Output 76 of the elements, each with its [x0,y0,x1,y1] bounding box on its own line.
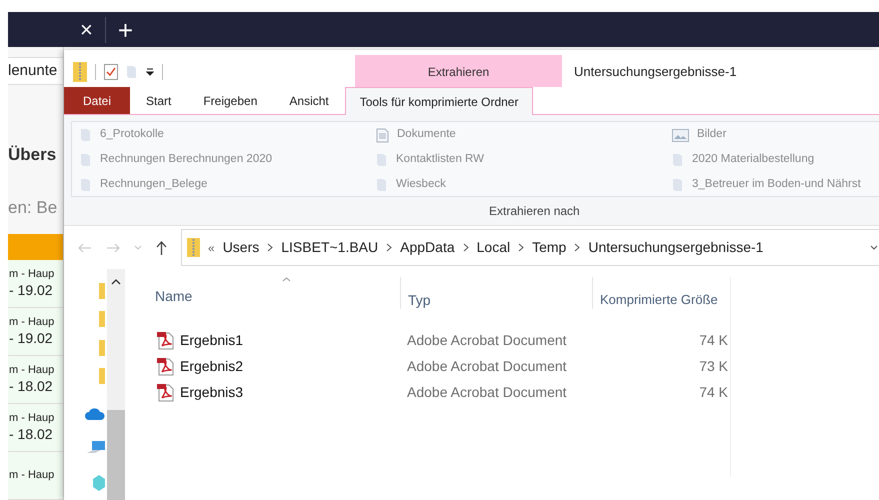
scroll-thumb[interactable] [107,410,125,500]
page-heading: Übers [8,144,58,166]
cloud-icon[interactable] [85,408,105,420]
entry-date: - 18.02 [9,378,54,396]
search-field[interactable]: lenunte [8,57,63,85]
list-entry[interactable]: m - Haup - 18.02 [8,404,63,452]
entry-date: - 19.02 [9,282,54,300]
chevron-right-icon [518,243,524,252]
page-subheading: en: Be [8,197,58,220]
chevron-down-icon[interactable] [870,244,878,250]
entry-title: m - Haup [9,468,56,482]
entry-date: - 18.02 [9,426,54,444]
contextual-tab-header: Extrahieren [355,55,562,87]
chevron-right-icon [462,243,469,252]
sort-caret-icon [282,277,291,282]
path-segment[interactable]: Temp [532,237,566,258]
file-row[interactable]: Ergebnis3 Adobe Acrobat Document 74 K [131,379,879,405]
pdf-file-icon [156,382,175,402]
path-segment[interactable]: Users [222,237,260,258]
ribbon-group-label: Extrahieren nach [489,203,580,220]
entry-title: m - Haup [9,316,56,330]
close-tab-button[interactable]: × [80,18,93,40]
file-name: Ergebnis2 [180,356,244,376]
file-size: 74 K [698,330,729,350]
entry-title: m - Haup [9,268,56,282]
new-tab-button[interactable]: + [118,16,134,42]
chevron-right-icon [574,243,580,252]
ribbon-tab[interactable]: Tools für komprimierte Ordner [344,87,534,115]
path-segment[interactable]: AppData [400,237,455,258]
header-bar [8,234,63,260]
list-entry[interactable]: m - Haup [8,452,63,500]
cube-icon[interactable] [93,474,105,491]
dropdown-arrow-icon[interactable] [146,68,154,76]
file-name: Ergebnis3 [180,382,244,402]
path-overflow[interactable]: « [208,238,215,256]
path-segment[interactable]: LISBET~1.BAU [281,237,378,258]
entry-date: - 19.02 [9,330,54,348]
address-bar[interactable]: « Users LISBET~1.BAU AppData Local Temp Untersuchungsergebnisse-1 [181,229,879,266]
scrollbar[interactable] [107,269,125,500]
file-tab[interactable]: Datei [64,87,130,114]
path-segment[interactable]: Untersuchungsergebnisse-1 [588,237,764,258]
file-type: Adobe Acrobat Document [406,356,568,376]
picture-icon [672,128,689,142]
chevron-right-icon [267,243,274,252]
pdf-file-icon [156,330,175,350]
ribbon-tab[interactable]: Ansicht [273,87,345,114]
zip-folder-icon [187,238,200,257]
file-size: 74 K [698,382,729,402]
path-segment[interactable]: Local [476,237,510,258]
forward-arrow-icon[interactable] [106,242,120,252]
back-arrow-icon[interactable] [78,242,92,252]
file-type: Adobe Acrobat Document [406,330,568,350]
file-type: Adobe Acrobat Document [406,382,568,402]
list-entry[interactable]: m - Haup - 19.02 [8,308,63,356]
zip-folder-icon[interactable] [73,62,87,82]
document-icon [376,128,389,142]
column-header[interactable]: Name [131,277,400,317]
file-name: Ergebnis1 [180,330,244,350]
checkbox-icon[interactable] [104,64,118,80]
column-header[interactable]: Typ [401,277,592,317]
file-row[interactable]: Ergebnis1 Adobe Acrobat Document 74 K [131,327,879,353]
column-header[interactable]: Komprimierte Größe [593,277,730,317]
pdf-file-icon [156,356,175,376]
window-title: Untersuchungsergebnisse-1 [574,64,737,79]
list-entry[interactable]: m - Haup - 18.02 [8,356,63,404]
ribbon-tab[interactable]: Freigeben [187,87,274,114]
file-size: 73 K [698,356,729,376]
entry-title: m - Haup [9,364,56,378]
chevron-right-icon [386,243,392,252]
entry-title: m - Haup [9,412,56,426]
scroll-up-icon[interactable] [111,279,121,285]
ribbon-tab[interactable]: Start [130,87,188,114]
computer-icon[interactable] [87,441,105,456]
file-row[interactable]: Ergebnis2 Adobe Acrobat Document 73 K [131,353,879,379]
list-entry[interactable]: m - Haup - 19.02 [8,260,63,308]
up-arrow-icon[interactable] [156,240,167,254]
